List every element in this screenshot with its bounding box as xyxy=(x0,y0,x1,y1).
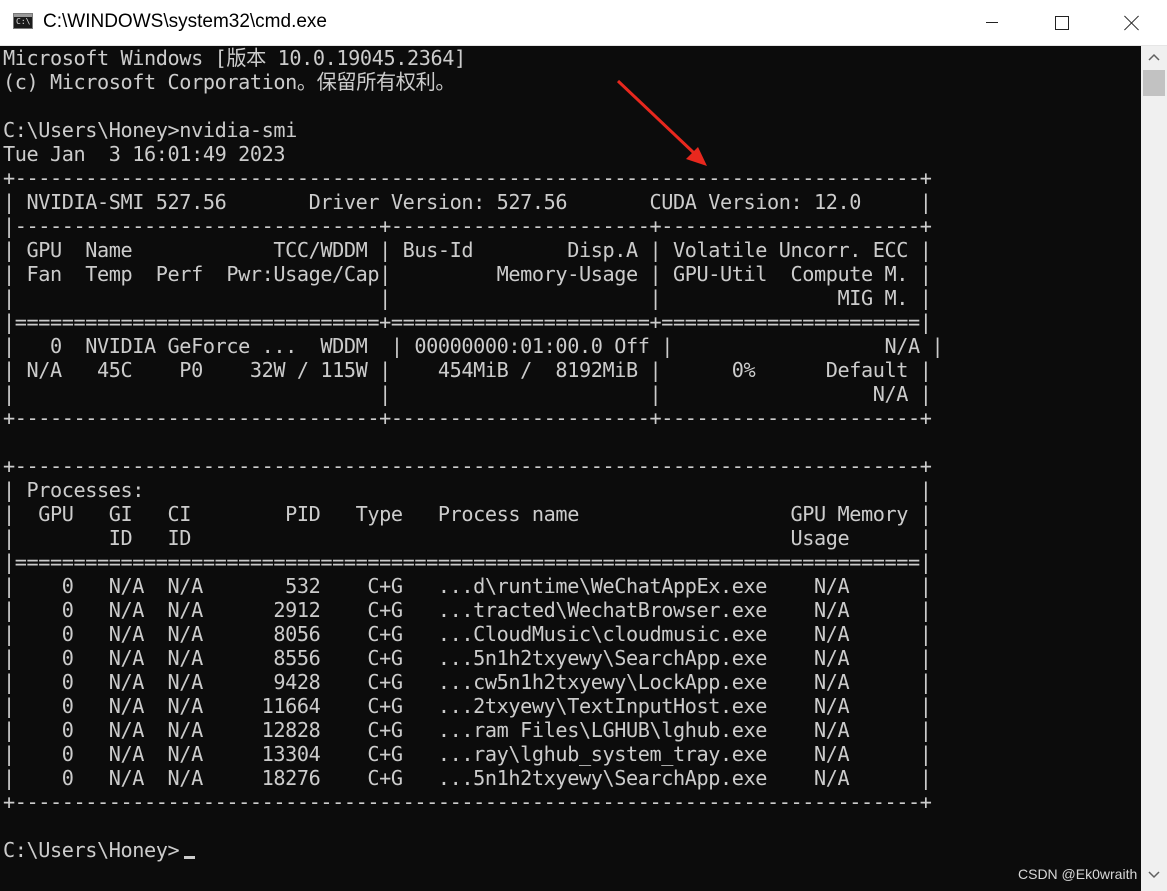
text-cursor xyxy=(184,856,195,859)
console-output-area[interactable]: Microsoft Windows [版本 10.0.19045.2364] (… xyxy=(0,46,1141,891)
title-bar[interactable]: C:\ C:\WINDOWS\system32\cmd.exe xyxy=(0,0,1167,46)
cmd-console-icon[interactable]: C:\ xyxy=(13,13,33,29)
console-line: | N/A 45C P0 32W / 115W | 454MiB / 8192M… xyxy=(3,358,932,382)
scroll-down-button[interactable] xyxy=(1141,864,1167,886)
console-line: | Processes: | xyxy=(3,478,932,502)
window-title: C:\WINDOWS\system32\cmd.exe xyxy=(43,11,327,32)
maximize-button[interactable] xyxy=(1027,0,1097,45)
scroll-down-arrow-icon xyxy=(1148,871,1160,879)
close-button[interactable] xyxy=(1097,0,1167,45)
app-icon-label: C:\ xyxy=(16,17,31,26)
console-line: |===============================+=======… xyxy=(3,310,932,334)
console-line: | GPU GI CI PID Type Process name GPU Me… xyxy=(3,502,932,526)
minimize-button[interactable] xyxy=(957,0,1027,45)
red-arrow-icon xyxy=(616,79,707,166)
scroll-up-button[interactable] xyxy=(1141,46,1167,68)
console-line: C:\Users\Honey>nvidia-smi xyxy=(3,118,297,142)
console-line: | 0 N/A N/A 11664 C+G ...2txyewy\TextInp… xyxy=(3,694,932,718)
console-line: |=======================================… xyxy=(3,550,932,574)
minimize-icon xyxy=(986,22,998,23)
console-line: | | | MIG M. | xyxy=(3,286,932,310)
console-line: | GPU Name TCC/WDDM | Bus-Id Disp.A | Vo… xyxy=(3,238,932,262)
console-line: | 0 N/A N/A 532 C+G ...d\runtime\WeChatA… xyxy=(3,574,932,598)
cmd-window: C:\ C:\WINDOWS\system32\cmd.exe Microsof… xyxy=(0,0,1167,891)
close-icon xyxy=(1124,15,1140,31)
csdn-watermark: CSDN @Ek0wraith xyxy=(1018,866,1138,882)
console-line: Tue Jan 3 16:01:49 2023 xyxy=(3,142,286,166)
console-line: |-------------------------------+-------… xyxy=(3,214,932,238)
console-line: | 0 N/A N/A 2912 C+G ...tracted\WechatBr… xyxy=(3,598,932,622)
arrow-shaft xyxy=(616,79,696,155)
console-line: +---------------------------------------… xyxy=(3,454,932,478)
scroll-thumb[interactable] xyxy=(1143,70,1165,96)
console-line: | NVIDIA-SMI 527.56 Driver Version: 527.… xyxy=(3,190,932,214)
console-line: | 0 N/A N/A 13304 C+G ...ray\lghub_syste… xyxy=(3,742,932,766)
console-line: | 0 N/A N/A 12828 C+G ...ram Files\LGHUB… xyxy=(3,718,932,742)
console-line: | Fan Temp Perf Pwr:Usage/Cap| Memory-Us… xyxy=(3,262,932,286)
console-line: +---------------------------------------… xyxy=(3,790,932,814)
console-line: +---------------------------------------… xyxy=(3,166,932,190)
console-line: +-------------------------------+-------… xyxy=(3,406,932,430)
console-line: | ID ID Usage | xyxy=(3,526,932,550)
console-text: Microsoft Windows [版本 10.0.19045.2364] (… xyxy=(3,46,944,862)
console-line: | 0 N/A N/A 8056 C+G ...CloudMusic\cloud… xyxy=(3,622,932,646)
vertical-scrollbar[interactable] xyxy=(1141,46,1167,891)
console-line: | 0 N/A N/A 18276 C+G ...5n1h2txyewy\Sea… xyxy=(3,766,932,790)
console-line: | 0 N/A N/A 8556 C+G ...5n1h2txyewy\Sear… xyxy=(3,646,932,670)
scroll-up-arrow-icon xyxy=(1148,53,1160,61)
console-line: | 0 N/A N/A 9428 C+G ...cw5n1h2txyewy\Lo… xyxy=(3,670,932,694)
console-line: (c) Microsoft Corporation。保留所有权利。 xyxy=(3,70,456,94)
console-line: Microsoft Windows [版本 10.0.19045.2364] xyxy=(3,46,466,70)
console-line: C:\Users\Honey> xyxy=(3,838,180,862)
console-line: | | | N/A | xyxy=(3,382,932,406)
maximize-icon xyxy=(1055,15,1069,30)
console-line: | 0 NVIDIA GeForce ... WDDM | 00000000:0… xyxy=(3,334,944,358)
